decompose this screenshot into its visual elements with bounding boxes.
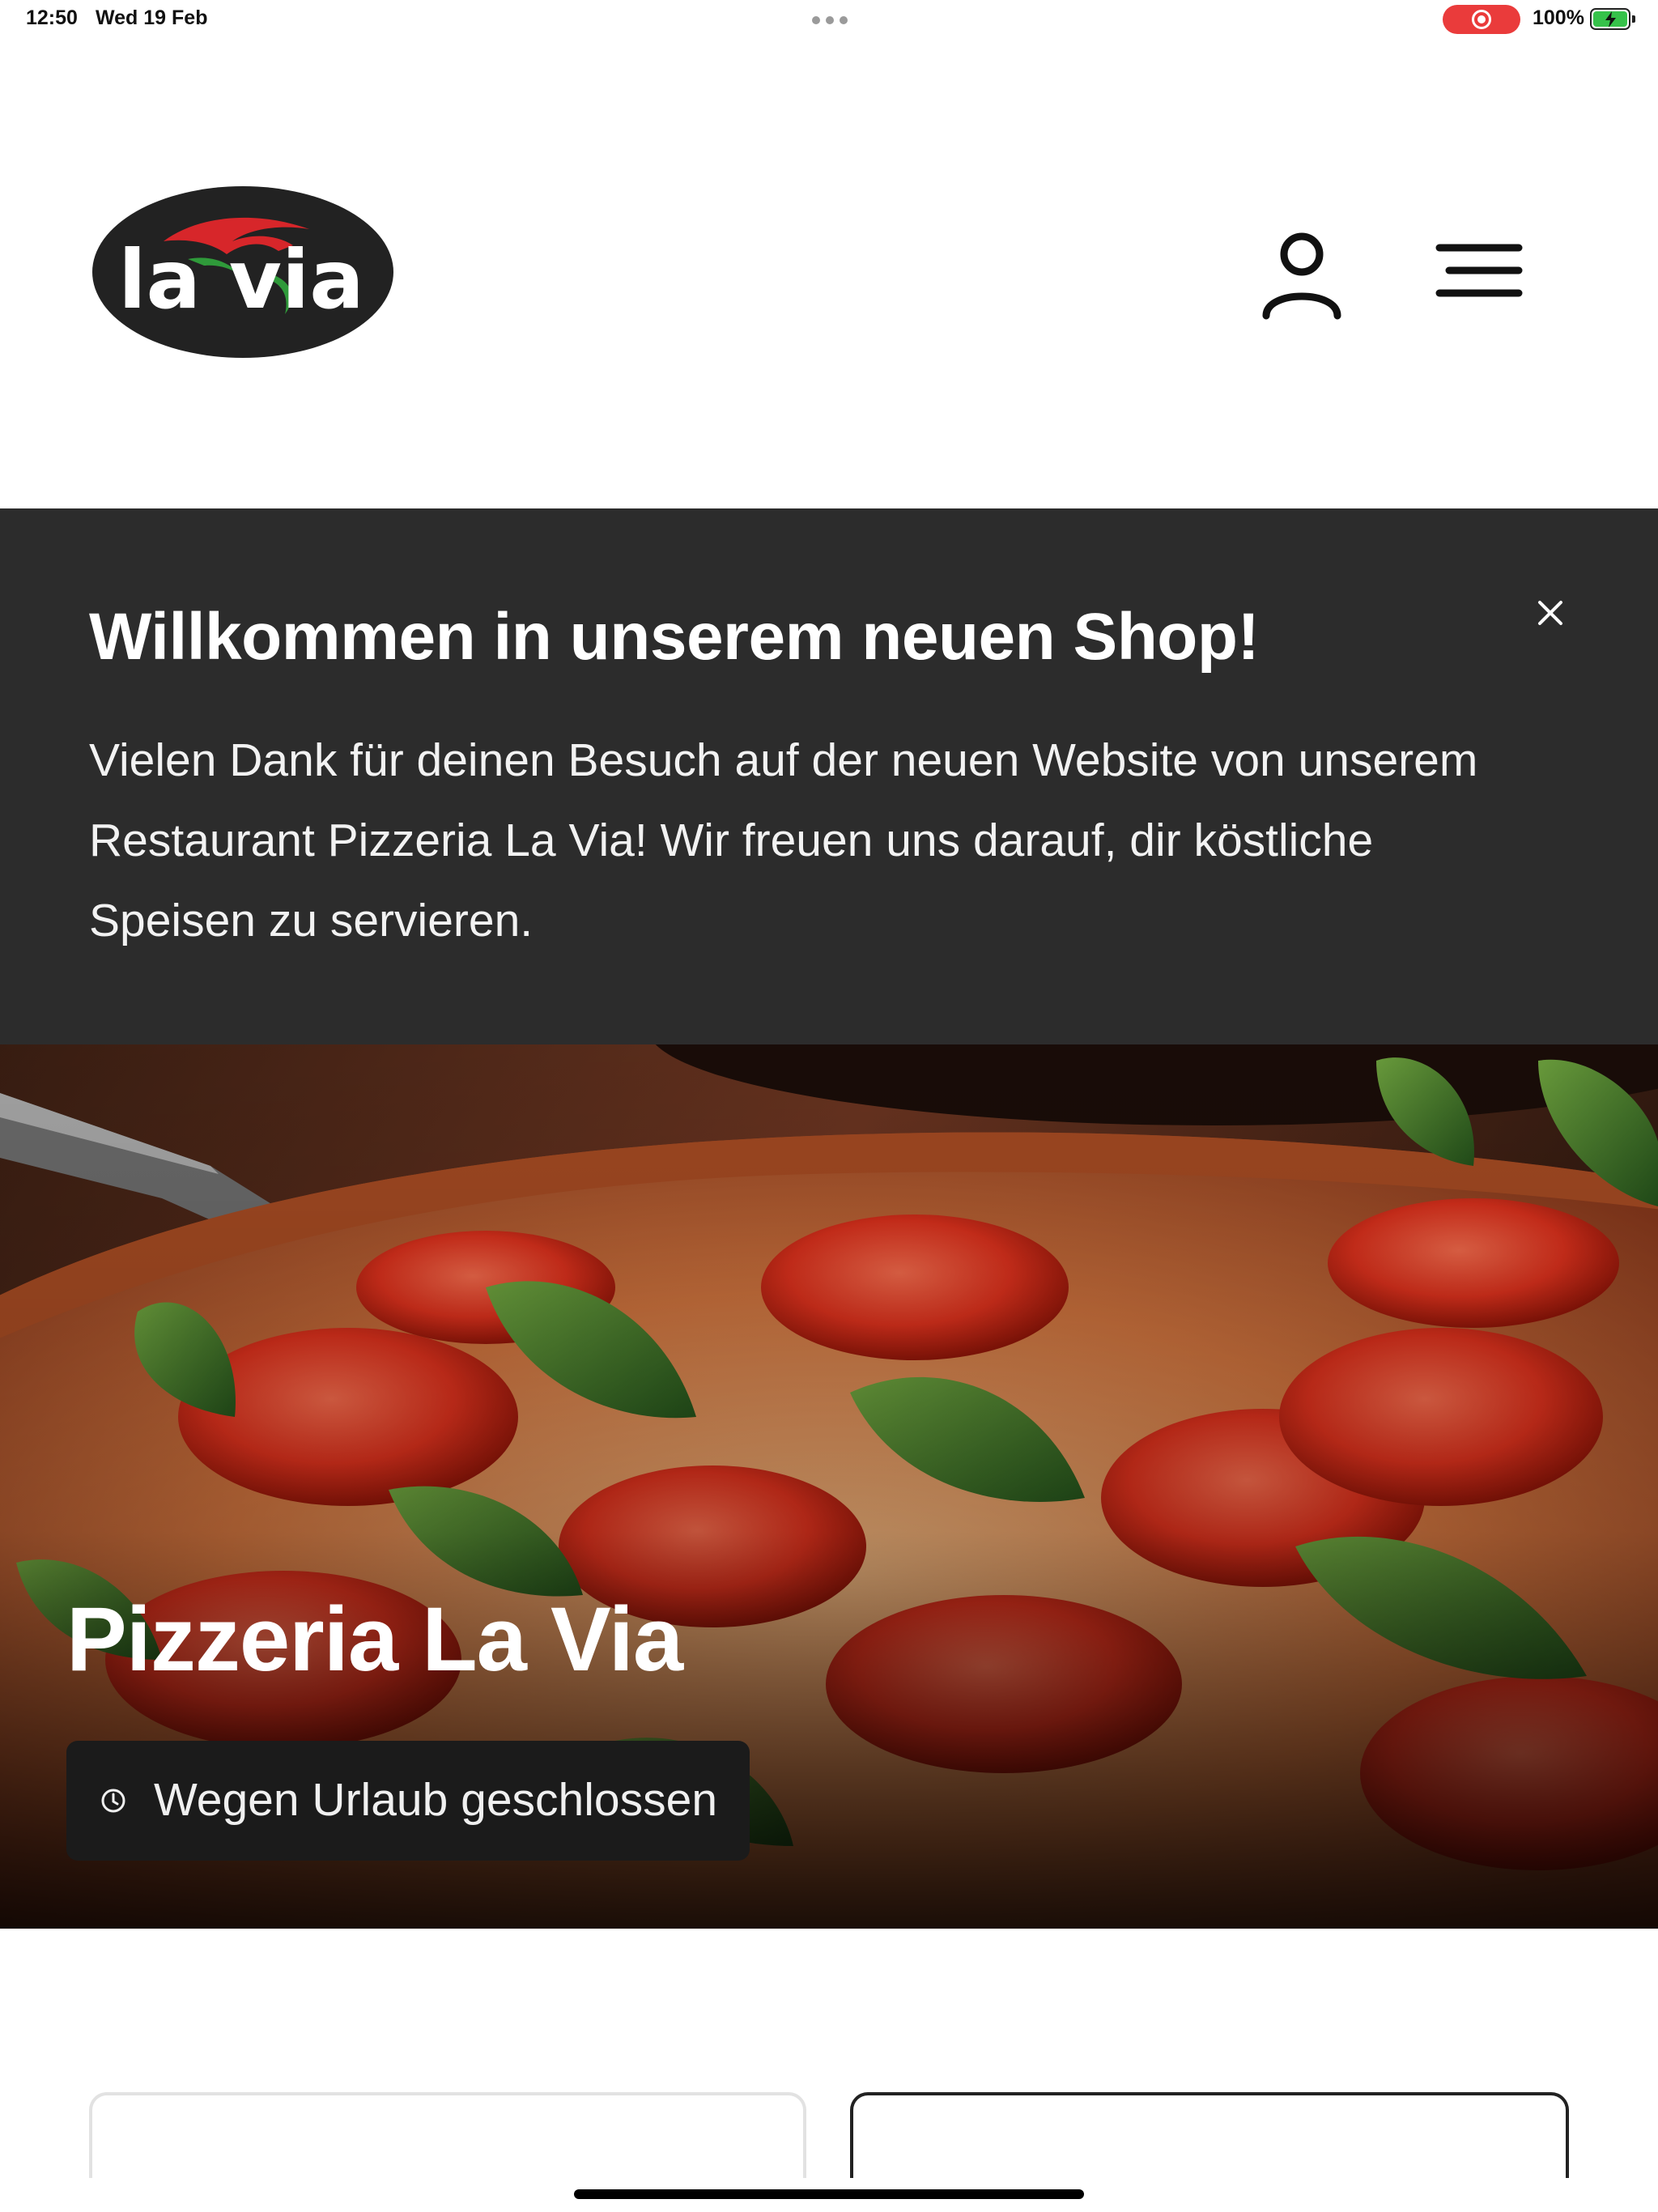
close-icon <box>1538 601 1562 625</box>
home-indicator[interactable] <box>574 2189 1084 2199</box>
banner-title: Willkommen in unserem neuen Shop! <box>89 600 1260 674</box>
welcome-banner: Willkommen in unserem neuen Shop! Vielen… <box>0 508 1658 1044</box>
opening-status-badge: Wegen Urlaub geschlossen <box>66 1741 750 1861</box>
battery-icon <box>1590 8 1635 30</box>
user-icon <box>1262 232 1341 320</box>
status-date: Wed 19 Feb <box>96 6 208 29</box>
logo-text: la via <box>118 232 364 327</box>
menu-button[interactable] <box>1435 235 1524 308</box>
account-button[interactable] <box>1256 225 1346 322</box>
banner-text: Vielen Dank für deinen Besuch auf der ne… <box>89 734 1478 946</box>
multitasking-dots-icon[interactable] <box>812 16 848 24</box>
battery-percentage: 100% <box>1533 6 1584 29</box>
clock-icon <box>101 1789 125 1813</box>
menu-icon <box>1435 244 1523 297</box>
la-via-logo[interactable]: la via <box>91 185 395 359</box>
screen-recording-icon[interactable] <box>1443 5 1520 34</box>
status-time: 12:50 <box>26 6 78 29</box>
banner-close-button[interactable] <box>1530 593 1571 633</box>
status-bar: 12:50 Wed 19 Feb 100% <box>0 0 1658 39</box>
opening-status-text: Wegen Urlaub geschlossen <box>154 1774 718 1826</box>
restaurant-name: Pizzeria La Via <box>66 1589 683 1690</box>
